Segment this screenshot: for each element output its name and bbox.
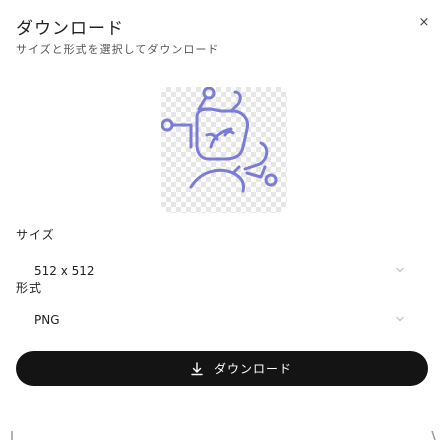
size-label: サイズ <box>16 228 55 242</box>
download-button[interactable]: ダウンロード <box>16 351 428 386</box>
size-value: 512 x 512 <box>34 264 95 278</box>
eco-recycle-icon <box>161 87 278 193</box>
close-button[interactable]: × <box>416 15 432 31</box>
close-icon: × <box>418 15 430 30</box>
chevron-down-icon <box>396 316 404 322</box>
format-label: 形式 <box>16 281 43 295</box>
corner-mark-right <box>431 431 436 441</box>
size-select[interactable]: 512 x 512 <box>16 256 416 286</box>
corner-mark-left <box>11 431 13 440</box>
dialog-subtitle: サイズと形式を選択してダウンロード <box>16 43 220 56</box>
download-button-label: ダウンロード <box>214 362 293 376</box>
download-dialog: ダウンロード サイズと形式を選択してダウンロード × サイズ 512 x 512… <box>0 0 448 444</box>
dialog-title: ダウンロード <box>16 19 124 39</box>
chevron-down-icon <box>396 267 404 273</box>
format-select[interactable]: PNG <box>16 305 416 335</box>
download-icon <box>191 362 203 376</box>
image-preview <box>161 87 287 213</box>
format-value: PNG <box>34 313 60 327</box>
